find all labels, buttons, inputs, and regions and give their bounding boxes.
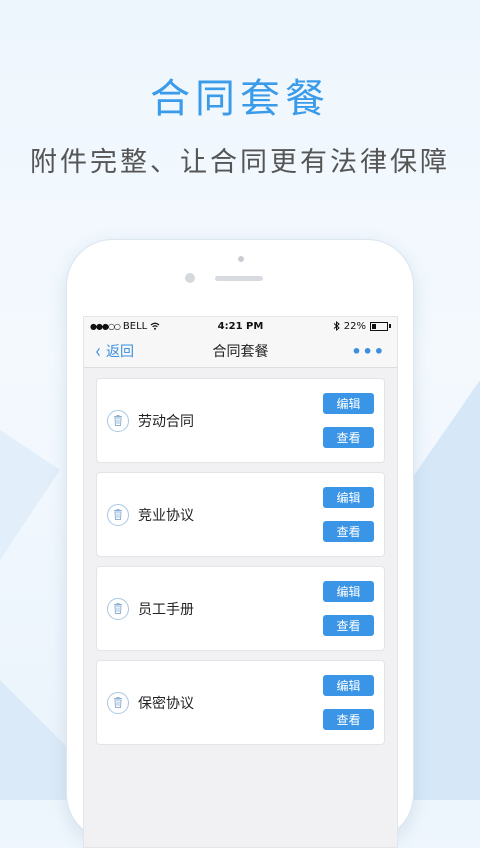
- chevron-left-icon: ‹: [95, 339, 101, 363]
- trash-icon[interactable]: [107, 503, 129, 526]
- battery-icon: [370, 321, 388, 331]
- list-item: 劳动合同 编辑 查看: [96, 378, 385, 463]
- edit-button[interactable]: 编辑: [323, 675, 374, 696]
- phone-speaker: [215, 276, 263, 281]
- phone-screen: ●●●○○ BELL 4:21 PM 22% ‹ 返回 合同套餐 ••• 劳动合…: [83, 316, 398, 848]
- promo-subtitle: 附件完整、让合同更有法律保障: [30, 147, 450, 178]
- item-label: 劳动合同: [138, 413, 194, 430]
- phone-camera: [185, 273, 195, 283]
- status-time: 4:21 PM: [217, 320, 264, 332]
- back-button[interactable]: ‹ 返回: [84, 341, 134, 361]
- edit-button[interactable]: 编辑: [323, 393, 374, 414]
- trash-icon[interactable]: [107, 691, 129, 714]
- list-item: 竞业协议 编辑 查看: [96, 472, 385, 557]
- list-item: 保密协议 编辑 查看: [96, 660, 385, 745]
- phone-sensor: [238, 256, 244, 262]
- item-label: 竞业协议: [138, 507, 194, 524]
- item-label: 保密协议: [138, 695, 194, 712]
- nav-bar: ‹ 返回 合同套餐 •••: [84, 335, 397, 368]
- view-button[interactable]: 查看: [323, 427, 374, 448]
- view-button[interactable]: 查看: [323, 709, 374, 730]
- edit-button[interactable]: 编辑: [323, 581, 374, 602]
- more-options-button[interactable]: •••: [351, 342, 397, 361]
- view-button[interactable]: 查看: [323, 521, 374, 542]
- contract-list: 劳动合同 编辑 查看 竞业协议 编辑 查看 员工手册 编辑 查看 保密协议 编辑…: [84, 368, 397, 745]
- status-bar: ●●●○○ BELL 4:21 PM 22%: [84, 317, 397, 335]
- item-label: 员工手册: [138, 601, 194, 618]
- trash-icon[interactable]: [107, 409, 129, 432]
- phone-mockup: ●●●○○ BELL 4:21 PM 22% ‹ 返回 合同套餐 ••• 劳动合…: [67, 240, 413, 848]
- back-label: 返回: [106, 344, 134, 360]
- promo-title: 合同套餐: [150, 76, 330, 122]
- view-button[interactable]: 查看: [323, 615, 374, 636]
- edit-button[interactable]: 编辑: [323, 487, 374, 508]
- list-item: 员工手册 编辑 查看: [96, 566, 385, 651]
- trash-icon[interactable]: [107, 597, 129, 620]
